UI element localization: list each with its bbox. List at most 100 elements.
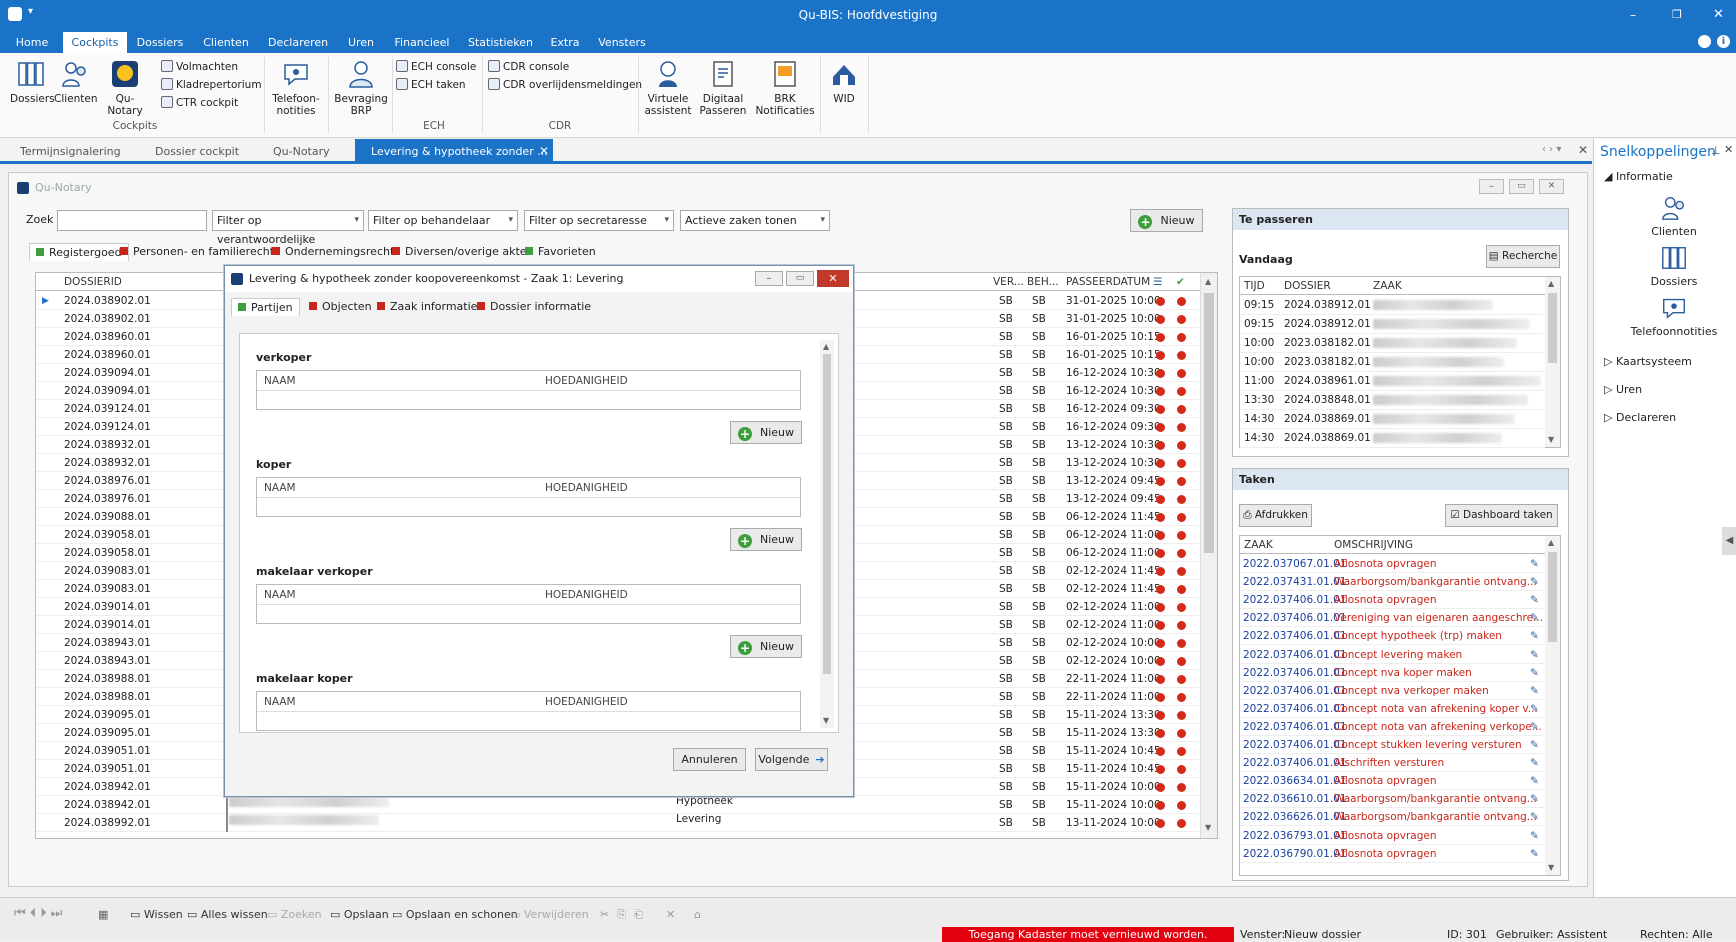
table-row[interactable]: 2022.036626.01.01 Waarborgsom/bankgaranti… xyxy=(1240,808,1545,827)
col-beh[interactable]: BEH... xyxy=(1027,273,1059,291)
list-item[interactable]: 09:15 2024.038912.01 xyxy=(1240,296,1545,315)
dialog-tab-dossier-informatie[interactable]: Dossier informatie xyxy=(477,298,591,316)
edit-icon[interactable]: ✎ xyxy=(1530,790,1539,808)
tab-termijnsignalering[interactable]: Termijnsignalering xyxy=(20,139,121,164)
annuleren-button[interactable]: Annuleren xyxy=(673,748,746,771)
clipboard-icons[interactable]: ✂⎘⎗ xyxy=(600,908,651,922)
list-item[interactable]: 09:15 2024.038912.01 xyxy=(1240,315,1545,334)
active-cases-select[interactable]: Actieve zaken tonen ▾ xyxy=(680,210,830,231)
grid-view-icon[interactable]: ▦ xyxy=(98,908,108,921)
zaak-link[interactable]: 2022.037406.01.01 xyxy=(1243,718,1347,736)
col-ver[interactable]: VER... xyxy=(993,273,1024,291)
table-row[interactable]: 2022.036790.01.01 Aflosnota opvragen ✎ xyxy=(1240,844,1545,863)
table-row[interactable]: 2022.037406.01.01 Concept nota van afreke… xyxy=(1240,717,1545,736)
ribbon-cdr-console[interactable]: CDR console xyxy=(488,59,569,76)
col-dossier[interactable]: DOSSIER xyxy=(1284,277,1331,295)
afdrukken-button[interactable]: ⎙ Afdrukken xyxy=(1239,504,1312,527)
help-search-icon[interactable] xyxy=(1698,35,1711,48)
edit-icon[interactable]: ✎ xyxy=(1530,772,1539,790)
col-passeerdatum[interactable]: PASSEERDATUM xyxy=(1066,273,1150,291)
cat-tab-registergoed[interactable]: Registergoed xyxy=(29,243,129,261)
scroll-down-icon[interactable]: ▼ xyxy=(823,716,829,725)
scroll-up-icon[interactable]: ▲ xyxy=(1548,279,1554,288)
shortcut-dossiers[interactable]: Dossiers xyxy=(1624,244,1724,288)
makelaar-verkoper-table[interactable]: NAAM HOEDANIGHEID xyxy=(256,584,801,624)
menu-extra[interactable]: Extra xyxy=(548,32,582,53)
list-item[interactable]: 11:00 2024.038961.01 xyxy=(1240,372,1545,391)
zaak-link[interactable]: 2022.037406.01.01 xyxy=(1243,700,1347,718)
check-icon[interactable]: ✔ xyxy=(1176,273,1185,291)
edit-icon[interactable]: ✎ xyxy=(1530,736,1539,754)
opslaan-button[interactable]: ▭ Opslaan xyxy=(330,908,389,921)
group-declareren[interactable]: ▷ Declareren xyxy=(1604,411,1676,424)
zaak-link[interactable]: 2022.037406.01.01 xyxy=(1243,736,1347,754)
filter-behandelaar-select[interactable]: Filter op behandelaar ▾ xyxy=(368,210,518,231)
scroll-down-icon[interactable]: ▼ xyxy=(1205,823,1211,832)
ribbon-dossiers-button[interactable]: Dossiers xyxy=(10,59,55,105)
scroll-up-icon[interactable]: ▲ xyxy=(1205,277,1211,286)
dialog-minimize-button[interactable]: – xyxy=(755,271,783,286)
edit-icon[interactable]: ✎ xyxy=(1530,827,1539,845)
list-icon[interactable]: ☰ xyxy=(1153,273,1162,291)
menu-financieel[interactable]: Financieel xyxy=(394,32,450,53)
col-zaak[interactable]: ZAAK xyxy=(1373,277,1402,295)
tab-close-icon[interactable]: ✕ xyxy=(539,139,549,164)
scroll-thumb[interactable] xyxy=(823,354,831,674)
menu-cockpits[interactable]: Cockpits xyxy=(63,32,127,54)
zaak-link[interactable]: 2022.036634.01.01 xyxy=(1243,772,1347,790)
table-row[interactable]: 2022.036610.01.01 Waarborgsom/bankgaranti… xyxy=(1240,790,1545,809)
ribbon-ech-console[interactable]: ECH console xyxy=(396,59,476,76)
zaak-link[interactable]: 2022.037406.01.01 xyxy=(1243,682,1347,700)
table-row[interactable]: 2022.037406.01.01 Concept nota van afreke… xyxy=(1240,699,1545,718)
group-kaartsysteem[interactable]: ▷ Kaartsysteem xyxy=(1604,355,1692,368)
menu-uren[interactable]: Uren xyxy=(345,32,377,53)
verwijderen-button[interactable]: ▭ Verwijderen xyxy=(510,908,589,921)
panel-collapse-arrow-icon[interactable]: ◀ xyxy=(1722,527,1736,555)
filter-secretaresse-select[interactable]: Filter op secretaresse ▾ xyxy=(524,210,674,231)
edit-icon[interactable]: ✎ xyxy=(1530,609,1539,627)
cat-tab-diversen[interactable]: Diversen/overige akten xyxy=(392,243,534,261)
verkoper-table[interactable]: NAAM HOEDANIGHEID xyxy=(256,370,801,410)
ribbon-clienten-button[interactable]: Clienten xyxy=(54,59,98,105)
window-close-button[interactable]: ✕ xyxy=(1539,179,1564,194)
tab-qu-notary[interactable]: Qu-Notary xyxy=(273,139,330,164)
zaak-link[interactable]: 2022.036610.01.01 xyxy=(1243,790,1347,808)
ribbon-kladrepertorium[interactable]: Kladrepertorium xyxy=(161,77,262,94)
edit-icon[interactable]: ✎ xyxy=(1530,591,1539,609)
table-row[interactable]: 2022.037406.01.01 Concept levering maken ✎ xyxy=(1240,645,1545,664)
list-item[interactable]: 14:30 2024.038869.01 xyxy=(1240,410,1545,429)
kadaster-warning[interactable]: Toegang Kadaster moet vernieuwd worden. xyxy=(942,927,1234,942)
edit-icon[interactable]: ✎ xyxy=(1530,573,1539,591)
list-item[interactable]: 10:00 2023.038182.01 xyxy=(1240,353,1545,372)
col-tijd[interactable]: TIJD xyxy=(1244,277,1265,295)
scroll-thumb[interactable] xyxy=(1548,552,1557,642)
record-navigation-icons[interactable]: ⏮⏴⏵⏭ xyxy=(14,906,66,921)
ribbon-qu-notary-button[interactable]: Qu-Notary xyxy=(98,59,152,117)
dialog-tab-partijen[interactable]: Partijen xyxy=(231,298,300,316)
lock-icon[interactable]: ⌂ xyxy=(694,908,701,921)
col-dossierid[interactable]: DOSSIERID xyxy=(64,273,122,291)
table-row[interactable]: 2022.037406.01.01 Concept nva verkoper ma… xyxy=(1240,681,1545,700)
nieuw-button[interactable]: + Nieuw xyxy=(1130,209,1203,232)
table-row[interactable]: 2022.037406.01.01 Afschriften versturen ✎ xyxy=(1240,754,1545,773)
taken-scrollbar[interactable]: ▲ ▼ xyxy=(1545,536,1560,875)
scroll-thumb[interactable] xyxy=(1548,293,1557,363)
zaak-link[interactable]: 2022.037067.01.01 xyxy=(1243,555,1347,573)
menu-declareren[interactable]: Declareren xyxy=(268,32,328,53)
zaak-link[interactable]: 2022.037431.01.01 xyxy=(1243,573,1347,591)
restore-button[interactable]: ❐ xyxy=(1672,8,1682,21)
zaak-link[interactable]: 2022.037406.01.01 xyxy=(1243,609,1347,627)
tab-dossier-cockpit[interactable]: Dossier cockpit xyxy=(155,139,239,164)
tabs-close-icon[interactable]: ✕ xyxy=(1578,143,1588,157)
edit-icon[interactable]: ✎ xyxy=(1530,700,1539,718)
dialog-tab-objecten[interactable]: Objecten xyxy=(309,298,372,316)
table-row[interactable]: 2024.038992.01 SB SB 13-11-2024 10:00 xyxy=(36,814,1200,832)
zoeken-button[interactable]: ▭ Zoeken xyxy=(267,908,322,921)
ribbon-ctr-cockpit[interactable]: CTR cockpit xyxy=(161,95,238,112)
scroll-up-icon[interactable]: ▲ xyxy=(1548,538,1554,547)
grid-scrollbar[interactable]: ▲ ▼ xyxy=(1200,273,1217,838)
edit-icon[interactable]: ✎ xyxy=(1530,555,1539,573)
scroll-down-icon[interactable]: ▼ xyxy=(1548,863,1554,872)
ribbon-brk-notificaties-button[interactable]: BRK Notificaties xyxy=(754,59,816,117)
shortcut-clienten[interactable]: Clienten xyxy=(1624,194,1724,238)
